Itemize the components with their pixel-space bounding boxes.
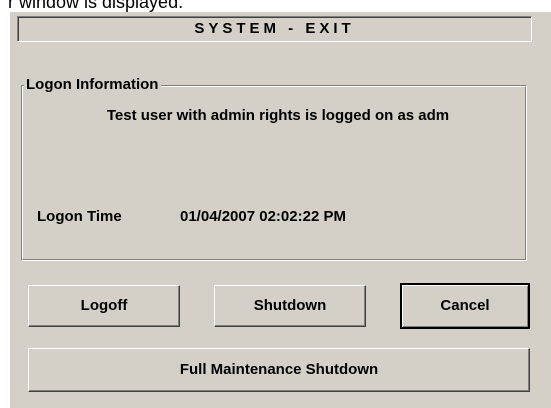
- dialog-title: SYSTEM - EXIT: [17, 16, 532, 42]
- logoff-button[interactable]: Logoff: [28, 285, 180, 327]
- cancel-button[interactable]: Cancel: [400, 283, 530, 329]
- group-label: Logon Information: [24, 75, 162, 95]
- shutdown-button[interactable]: Shutdown: [214, 285, 366, 327]
- logon-time-label: Logon Time: [37, 208, 122, 225]
- full-maintenance-shutdown-button[interactable]: Full Maintenance Shutdown: [28, 348, 530, 392]
- logon-time-value: 01/04/2007 02:02:22 PM: [180, 208, 346, 225]
- logon-message: Test user with admin rights is logged on…: [106, 107, 450, 124]
